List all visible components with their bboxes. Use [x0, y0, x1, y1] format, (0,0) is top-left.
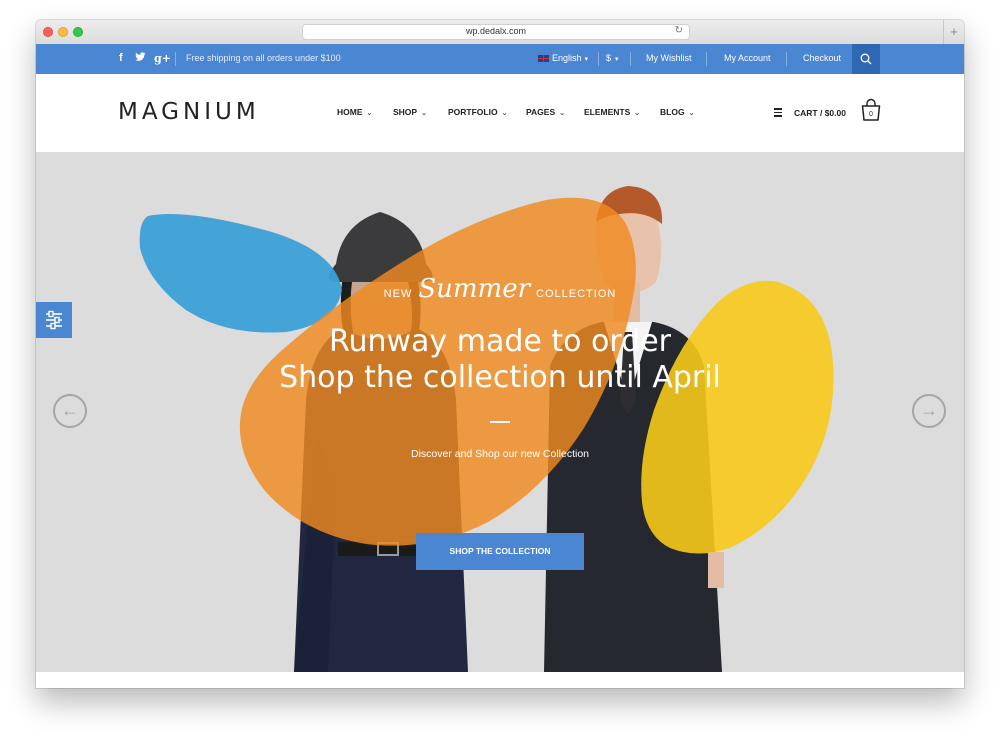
- currency-select[interactable]: $ ▾: [606, 53, 619, 63]
- address-bar[interactable]: wp.dedalx.com ↻: [302, 24, 690, 40]
- hero-artwork: [36, 152, 964, 672]
- chevron-down-icon: ⌄: [501, 110, 508, 117]
- hero-description: Discover and Shop our new Collection: [410, 448, 589, 460]
- cart-count: 0: [869, 111, 873, 118]
- chevron-down-icon: ⌄: [688, 110, 695, 117]
- chevron-down-icon: ⌄: [634, 110, 641, 117]
- divider: [706, 52, 707, 66]
- nav-label: ELEMENTS: [584, 107, 631, 117]
- zoom-window-button[interactable]: [73, 27, 83, 37]
- nav-item-blog[interactable]: BLOG ⌄: [660, 107, 694, 117]
- search-button[interactable]: [852, 44, 880, 74]
- nav-item-pages[interactable]: PAGES ⌄: [526, 107, 565, 117]
- minimize-window-button[interactable]: [58, 27, 68, 37]
- hero-script-label: Summer: [418, 274, 531, 304]
- hero-title-line2: Shop the collection until April: [279, 360, 721, 395]
- divider: [786, 52, 787, 66]
- nav-label: PAGES: [526, 107, 556, 117]
- language-select[interactable]: English ▾: [538, 53, 588, 63]
- nav-label: HOME: [337, 107, 363, 117]
- chevron-down-icon: ⌄: [366, 110, 373, 117]
- nav-label: SHOP: [393, 107, 418, 117]
- address-url: wp.dedalx.com: [465, 26, 527, 36]
- nav-item-portfolio[interactable]: PORTFOLIO ⌄: [448, 107, 507, 117]
- sliders-icon: [46, 310, 62, 330]
- search-icon: [860, 53, 872, 65]
- divider: [175, 52, 176, 66]
- chevron-down-icon: ⌄: [421, 110, 427, 117]
- currency-label: $: [606, 53, 612, 63]
- cart-link[interactable]: CART / $0.00: [794, 108, 846, 118]
- menu-icon[interactable]: [774, 108, 782, 119]
- new-tab-button[interactable]: +: [943, 20, 964, 44]
- hero-title-line1: Runway made to order: [328, 324, 672, 359]
- chevron-down-icon: ▾: [615, 56, 619, 63]
- hero-subline: NEW Summer COLLECTION: [36, 274, 964, 304]
- nav-item-home[interactable]: HOME ⌄: [337, 107, 372, 117]
- site-logo[interactable]: MAGNIUM: [118, 99, 260, 125]
- hero-divider: [490, 421, 510, 423]
- reload-icon[interactable]: ↻: [675, 25, 683, 36]
- site-header: MAGNIUM HOME ⌄ SHOP ⌄ PORTFOLIO ⌄ PAGES ⌄ EL…: [36, 74, 964, 153]
- close-window-button[interactable]: [43, 27, 53, 37]
- prev-slide-arrow-icon[interactable]: ←: [53, 394, 87, 428]
- google-plus-icon[interactable]: g+: [154, 52, 171, 65]
- divider: [598, 52, 599, 66]
- shipping-notice: Free shipping on all orders under $100: [186, 53, 341, 63]
- divider: [630, 52, 631, 66]
- nav-label: BLOG: [660, 107, 685, 117]
- language-label: English: [552, 53, 582, 63]
- facebook-icon[interactable]: f: [119, 52, 123, 64]
- checkout-link[interactable]: Checkout: [803, 53, 841, 63]
- shop-collection-button[interactable]: SHOP THE COLLECTION: [416, 533, 584, 570]
- shopping-bag-icon[interactable]: 0: [860, 98, 882, 122]
- nav-item-elements[interactable]: ELEMENTS ⌄: [584, 107, 640, 117]
- hero-post-label: COLLECTION: [536, 288, 617, 300]
- hero-slider: NEW Summer COLLECTION Runway made to order…: [36, 152, 964, 672]
- chevron-down-icon: ⌄: [559, 110, 566, 117]
- next-slide-arrow-icon[interactable]: →: [912, 394, 946, 428]
- browser-titlebar: wp.dedalx.com ↻ +: [36, 20, 964, 45]
- uk-flag-icon: [538, 55, 549, 63]
- twitter-icon[interactable]: [135, 52, 146, 65]
- chevron-down-icon: ▾: [584, 56, 589, 63]
- hero-pre-label: NEW: [383, 288, 413, 300]
- my-account-link[interactable]: My Account: [724, 53, 771, 63]
- nav-label: PORTFOLIO: [448, 107, 498, 117]
- wishlist-link[interactable]: My Wishlist: [646, 53, 692, 63]
- style-switcher-button[interactable]: [36, 302, 72, 338]
- nav-item-shop[interactable]: SHOP ⌄: [393, 107, 427, 117]
- top-bar: f g+ Free shipping on all orders under $…: [36, 44, 964, 74]
- browser-window: wp.dedalx.com ↻ + f g+ Free shipping on …: [36, 20, 964, 688]
